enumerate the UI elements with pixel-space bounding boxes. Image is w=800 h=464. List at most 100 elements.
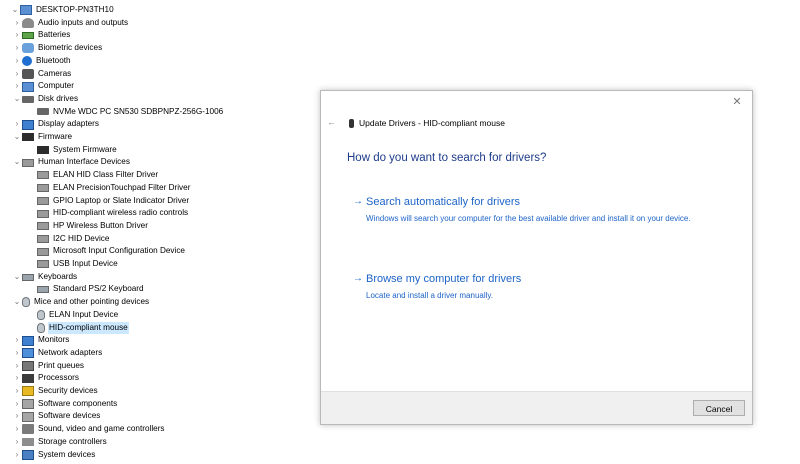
hid-icon (37, 184, 49, 193)
chevron-right-icon[interactable]: › (12, 119, 22, 131)
tree-device[interactable]: ELAN Input Device (27, 309, 119, 322)
tree-item-label: Standard PS/2 Keyboard (53, 284, 144, 294)
tree-category[interactable]: › Audio inputs and outputs (12, 17, 129, 30)
tree-device[interactable]: I2C HID Device (27, 233, 110, 246)
bluetooth-icon (22, 56, 32, 67)
chevron-right-icon[interactable]: › (12, 423, 22, 435)
chevron-right-icon[interactable]: › (12, 436, 22, 448)
chevron-down-icon[interactable]: ⌄ (12, 157, 22, 169)
tree-device[interactable]: HP Wireless Button Driver (27, 220, 149, 233)
tree-category[interactable]: › Biometric devices (12, 42, 103, 55)
tree-category[interactable]: › Batteries (12, 29, 71, 42)
chevron-right-icon[interactable]: › (12, 30, 22, 42)
browse-computer-link[interactable]: Browse my computer for drivers (366, 273, 521, 285)
tree-device[interactable]: HID-compliant wireless radio controls (27, 207, 189, 220)
tree-category[interactable]: ⌄ Firmware (12, 131, 73, 144)
search-automatically-link[interactable]: Search automatically for drivers (366, 196, 520, 208)
chevron-down-icon[interactable]: ⌄ (12, 296, 22, 308)
disk-icon (37, 108, 49, 116)
disk-icon (22, 95, 34, 103)
chevron-right-icon[interactable]: › (12, 360, 22, 372)
search-automatically-desc: Windows will search your computer for th… (366, 214, 691, 223)
tree-device[interactable]: USB Input Device (27, 258, 119, 271)
tree-device[interactable]: NVMe WDC PC SN530 SDBPNPZ-256G-1006 (27, 106, 224, 119)
chevron-right-icon[interactable]: › (12, 55, 22, 67)
chevron-right-icon[interactable]: › (12, 335, 22, 347)
tree-category[interactable]: › Software devices (12, 410, 101, 423)
cancel-button[interactable]: Cancel (693, 400, 745, 416)
system-icon (22, 449, 34, 460)
tree-device[interactable]: Microsoft Input Configuration Device (27, 245, 186, 258)
tree-device[interactable]: System Firmware (27, 144, 118, 157)
tree-device[interactable]: ELAN PrecisionTouchpad Filter Driver (27, 182, 191, 195)
hid-icon (37, 209, 49, 218)
tree-item-label: System devices (38, 449, 96, 459)
mouse-icon (349, 119, 354, 128)
tree-category[interactable]: ⌄ Disk drives (12, 93, 79, 106)
tree-category[interactable]: › Print queues (12, 360, 85, 373)
tree-device[interactable]: HID-compliant mouse (27, 321, 129, 335)
chevron-right-icon[interactable]: › (12, 398, 22, 410)
chevron-right-icon[interactable]: › (12, 385, 22, 397)
close-icon[interactable]: ✕ (730, 95, 744, 109)
tree-category[interactable]: › Software components (12, 398, 118, 411)
arrow-right-icon: → (353, 196, 363, 207)
tree-item-label: Software devices (38, 411, 101, 421)
tree-device[interactable]: ELAN HID Class Filter Driver (27, 169, 159, 182)
chevron-down-icon[interactable]: ⌄ (10, 4, 20, 16)
tree-category[interactable]: › Network adapters (12, 347, 103, 360)
tree-item-label: Batteries (38, 30, 71, 40)
chevron-right-icon[interactable]: › (12, 449, 22, 461)
tree-item-label: Mice and other pointing devices (34, 297, 150, 307)
computer-icon (22, 81, 34, 92)
tree-category[interactable]: › Monitors (12, 334, 70, 347)
tree-category[interactable]: › Display adapters (12, 118, 100, 131)
chevron-down-icon[interactable]: ⌄ (12, 93, 22, 105)
chevron-right-icon[interactable]: › (12, 81, 22, 93)
tree-item-label: Biometric devices (38, 43, 103, 53)
tree-category[interactable]: ⌄ Mice and other pointing devices (12, 296, 150, 309)
tree-category[interactable]: › System devices (12, 449, 96, 462)
tree-item-label: Computer (38, 81, 74, 91)
network-icon (22, 348, 34, 359)
chip-icon (22, 133, 34, 142)
chevron-right-icon[interactable]: › (12, 42, 22, 54)
tree-category[interactable]: › Processors (12, 372, 80, 385)
tree-category[interactable]: › Cameras (12, 68, 72, 81)
tree-category[interactable]: ⌄ Keyboards (12, 271, 78, 284)
tree-device[interactable]: GPIO Laptop or Slate Indicator Driver (27, 195, 190, 208)
hid-icon (37, 247, 49, 256)
tree-item-label: ELAN PrecisionTouchpad Filter Driver (53, 182, 191, 192)
keyboard-icon (37, 286, 49, 294)
back-arrow-icon[interactable]: ← (327, 117, 336, 127)
tree-root[interactable]: ⌄ DESKTOP-PN3TH10 (10, 4, 115, 17)
tree-category[interactable]: › Computer (12, 80, 75, 93)
chevron-down-icon[interactable]: ⌄ (12, 131, 22, 143)
tree-category[interactable]: › Security devices (12, 385, 99, 398)
chevron-down-icon[interactable]: ⌄ (12, 271, 22, 283)
tree-item-label: System Firmware (53, 144, 117, 154)
computer-icon (20, 5, 32, 16)
chevron-right-icon[interactable]: › (12, 68, 22, 80)
chevron-right-icon[interactable]: › (12, 347, 22, 359)
chip-icon (37, 146, 49, 155)
tree-item-label: Bluetooth (36, 55, 71, 65)
tree-device[interactable]: Standard PS/2 Keyboard (27, 283, 145, 296)
chevron-right-icon[interactable]: › (12, 373, 22, 385)
hid-icon (37, 171, 49, 180)
tree-item-label: Firmware (38, 132, 73, 141)
chevron-right-icon[interactable]: › (12, 17, 22, 29)
mouse-icon (37, 310, 45, 321)
battery-icon (22, 32, 34, 40)
tree-category[interactable]: › Bluetooth (12, 55, 72, 68)
tree-category[interactable]: ⌄ Human Interface Devices (12, 156, 131, 169)
tree-category[interactable]: › Sound, video and game controllers (12, 423, 166, 436)
hid-icon (37, 234, 49, 243)
tree-category[interactable]: › Storage controllers (12, 436, 108, 449)
chevron-right-icon[interactable]: › (12, 411, 22, 423)
browse-computer-desc: Locate and install a driver manually. (366, 291, 494, 300)
tree-item-label: Print queues (38, 360, 84, 370)
